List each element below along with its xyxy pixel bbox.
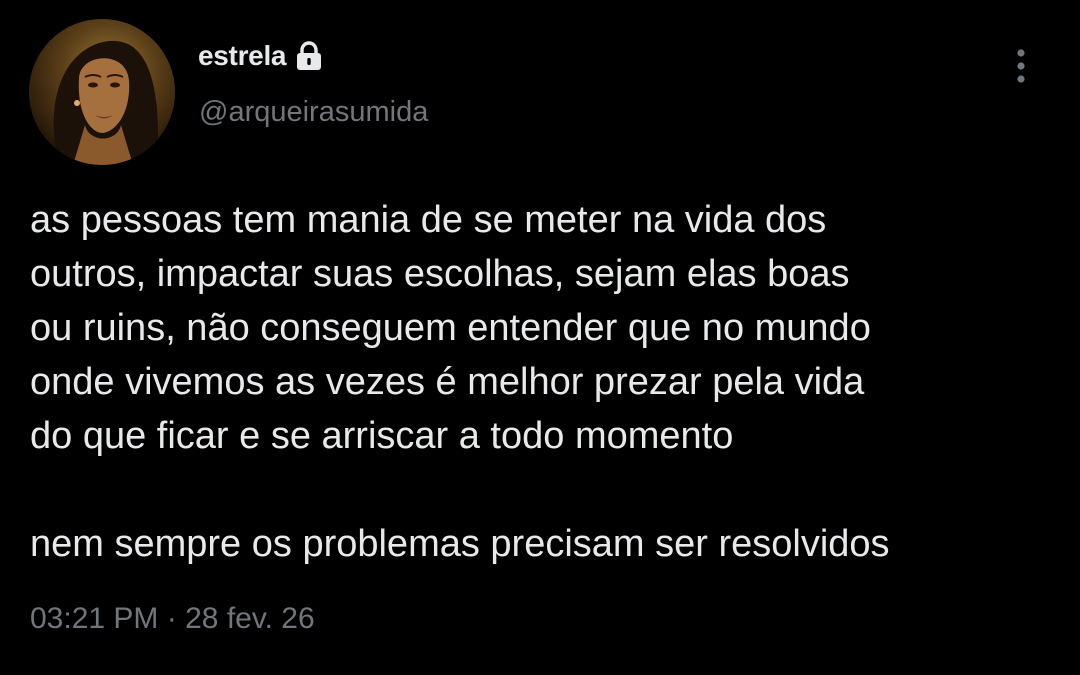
tweet-text: as pessoas tem mania de se meter na vida… <box>30 193 1070 571</box>
tweet: estrela @arqueirasumida as pessoas tem m… <box>0 0 1080 675</box>
timestamp-separator: · <box>166 602 177 635</box>
more-vertical-icon <box>1017 49 1025 83</box>
avatar-image <box>29 19 175 165</box>
tweet-line: nem sempre os problemas precisam ser res… <box>30 523 890 565</box>
tweet-line: as pessoas tem mania de se meter na vida… <box>30 199 827 241</box>
tweet-line: ou ruins, não conseguem entender que no … <box>30 307 871 349</box>
avatar[interactable] <box>29 19 175 165</box>
tweet-timestamp[interactable]: 03:21 PM · 28 fev. 26 <box>30 602 315 636</box>
author-name-row: estrela <box>198 36 324 76</box>
tweet-line: do que ficar e se arriscar a todo moment… <box>30 415 734 457</box>
tweet-line: onde vivemos as vezes é melhor prezar pe… <box>30 361 865 403</box>
lock-icon <box>294 40 324 72</box>
more-options-button[interactable] <box>1004 46 1038 86</box>
tweet-line: outros, impactar suas escolhas, sejam el… <box>30 253 850 295</box>
tweet-date: 28 fev. 26 <box>185 602 315 635</box>
user-handle[interactable]: @arqueirasumida <box>199 96 428 129</box>
tweet-time: 03:21 PM <box>30 602 159 635</box>
display-name[interactable]: estrela <box>198 40 287 72</box>
